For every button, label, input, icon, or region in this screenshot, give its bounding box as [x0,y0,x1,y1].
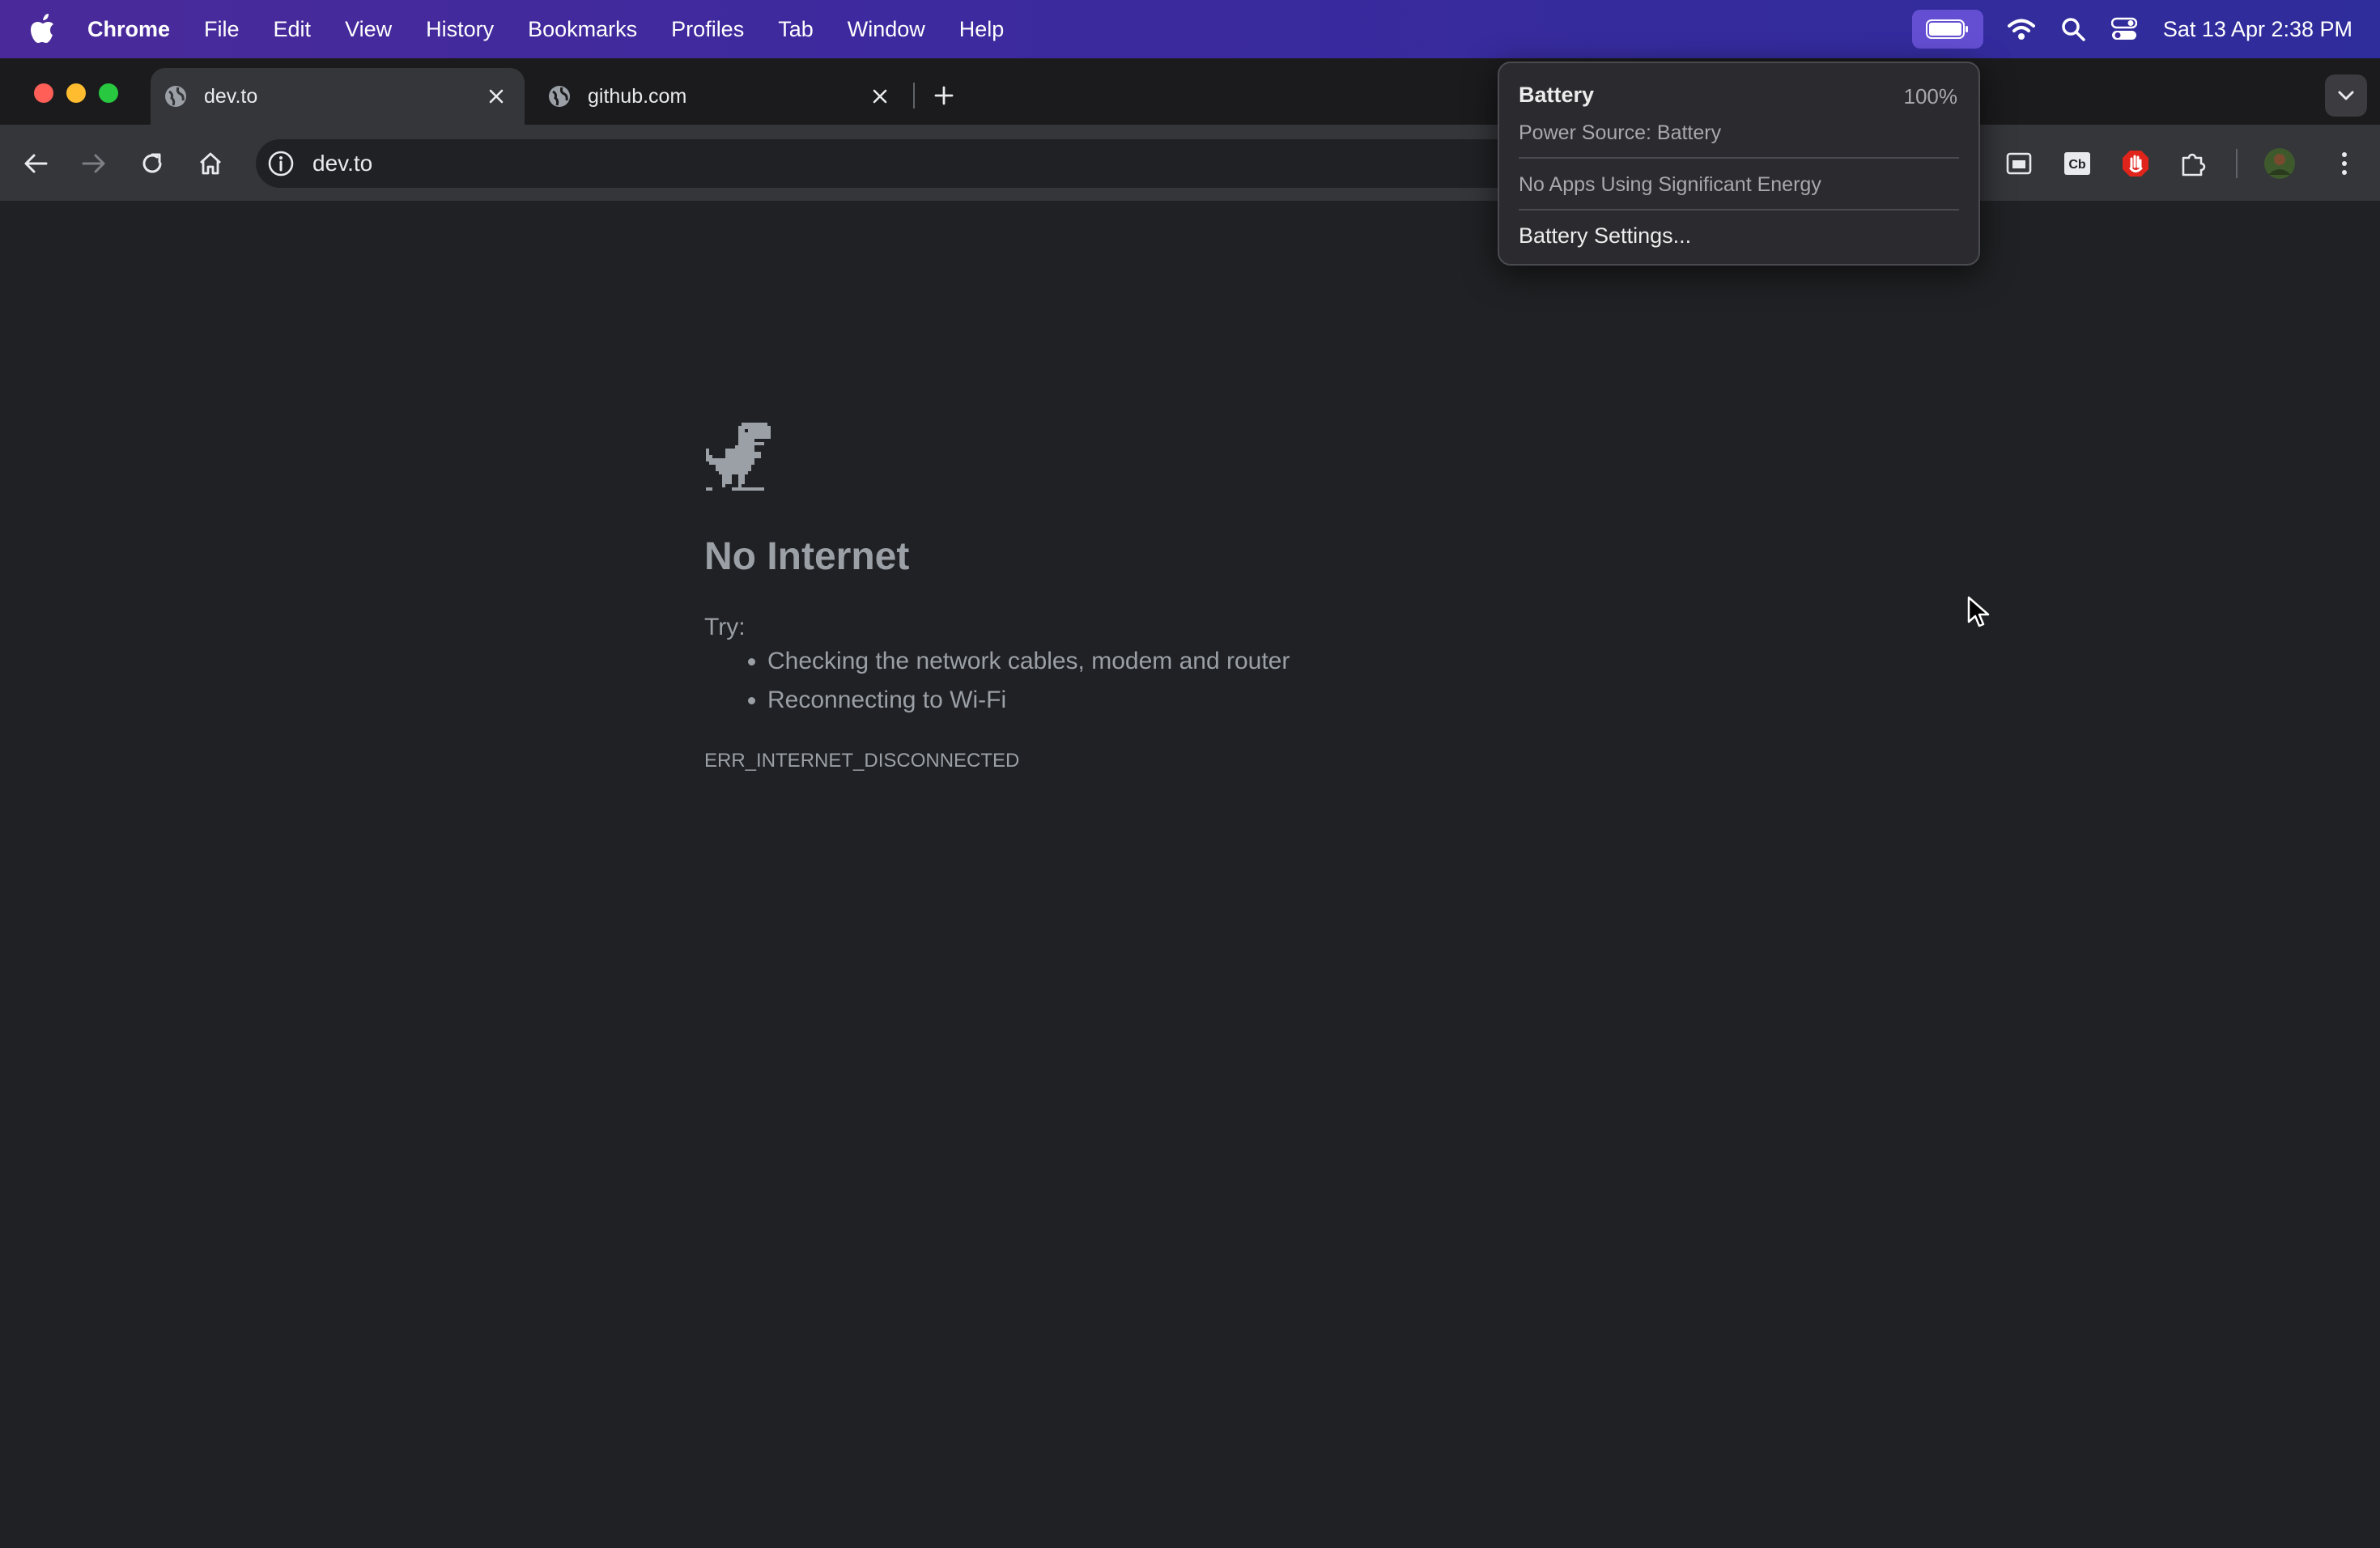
extensions-puzzle-icon [2182,153,2206,176]
spotlight-button[interactable] [2061,17,2085,41]
menu-edit[interactable]: Edit [274,17,312,42]
extensions-button[interactable] [2174,144,2213,183]
control-center-icon [2110,17,2137,40]
battery-status-button[interactable] [1911,10,1983,49]
mouse-pointer-icon [1967,596,1990,627]
list-item: Reconnecting to Wi-Fi [767,687,1290,714]
suggestion-list: Checking the network cables, modem and r… [745,648,1290,725]
menu-profiles[interactable]: Profiles [671,17,744,42]
forward-arrow-icon [82,154,105,173]
close-icon [873,89,887,104]
kebab-menu-icon [2342,152,2347,175]
energy-apps-note: No Apps Using Significant Energy [1519,173,1821,196]
reload-button[interactable] [133,144,172,183]
chevron-down-icon [2338,91,2354,100]
page-content [0,201,2380,1548]
wifi-status-button[interactable] [2007,18,2035,40]
menu-history[interactable]: History [426,17,494,42]
tab-search-button[interactable] [2325,74,2367,117]
adblock-extension-button[interactable] [2116,144,2155,183]
profile-avatar [2264,148,2295,179]
window-close-button[interactable] [34,83,53,103]
menu-divider [1519,209,1959,211]
cast-extension-button[interactable] [2000,144,2038,183]
window-zoom-button[interactable] [99,83,118,103]
tab-close-button[interactable] [482,83,510,110]
power-source-label: Power Source: Battery [1519,121,1722,144]
battery-percentage: 100% [1903,84,1958,108]
control-center-button[interactable] [2110,17,2137,41]
toolbar-separator [2236,149,2238,178]
try-label: Try: [704,614,746,640]
back-button[interactable] [16,144,55,183]
menu-tab[interactable]: Tab [778,17,814,42]
globe-icon [165,86,186,107]
forward-button[interactable] [74,144,113,183]
menu-file[interactable]: File [204,17,240,42]
battery-settings-menu-item[interactable]: Battery Settings... [1519,223,1691,249]
cb-extension-icon: Cb [2064,152,2090,175]
new-tab-button[interactable] [928,79,960,112]
close-icon [489,89,504,104]
menu-window[interactable]: Window [848,17,925,42]
battery-menu: Battery 100% Power Source: Battery No Ap… [1498,62,1980,266]
tab-dev-to[interactable]: dev.to [151,68,525,125]
tab-close-button[interactable] [866,83,894,110]
menu-list: Chrome File Edit View History Bookmarks … [87,0,1038,58]
error-code: ERR_INTERNET_DISCONNECTED [704,750,1020,772]
menubar-clock[interactable]: Sat 13 Apr 2:38 PM [2163,17,2352,42]
home-button[interactable] [191,144,230,183]
macos-menu-bar: Chrome File Edit View History Bookmarks … [0,0,2380,58]
wifi-icon [2007,19,2035,40]
profile-button[interactable] [2260,144,2299,183]
list-item: Checking the network cables, modem and r… [767,648,1290,675]
status-area: Sat 13 Apr 2:38 PM [1911,0,2352,58]
home-icon [200,152,221,175]
menu-view[interactable]: View [345,17,392,42]
error-title: No Internet [704,535,910,578]
adblock-hand-icon [2123,151,2148,176]
dinosaur-icon[interactable] [703,419,780,497]
menu-divider [1519,157,1959,159]
tab-separator [913,83,915,108]
battery-menu-title: Battery [1519,83,1595,107]
window-minimize-button[interactable] [66,83,86,103]
reload-icon [142,153,162,173]
battery-icon [1925,19,1968,39]
menu-help[interactable]: Help [959,17,1005,42]
plus-icon [934,86,954,105]
tab-title: dev.to [204,84,258,108]
svg-text:Cb: Cb [2068,158,2086,172]
globe-icon [549,86,570,107]
menu-bookmarks[interactable]: Bookmarks [528,17,637,42]
spotlight-search-icon [2062,18,2085,41]
back-arrow-icon [24,154,48,173]
chrome-menu-button[interactable] [2325,144,2364,183]
address-url: dev.to [312,151,373,176]
info-icon[interactable] [267,150,295,177]
cast-icon [2006,152,2032,175]
tab-title: github.com [588,84,687,108]
apple-logo-icon[interactable] [29,11,58,47]
tab-github[interactable]: github.com [534,68,908,125]
cb-extension-button[interactable]: Cb [2058,144,2097,183]
menu-app-name[interactable]: Chrome [87,17,170,42]
